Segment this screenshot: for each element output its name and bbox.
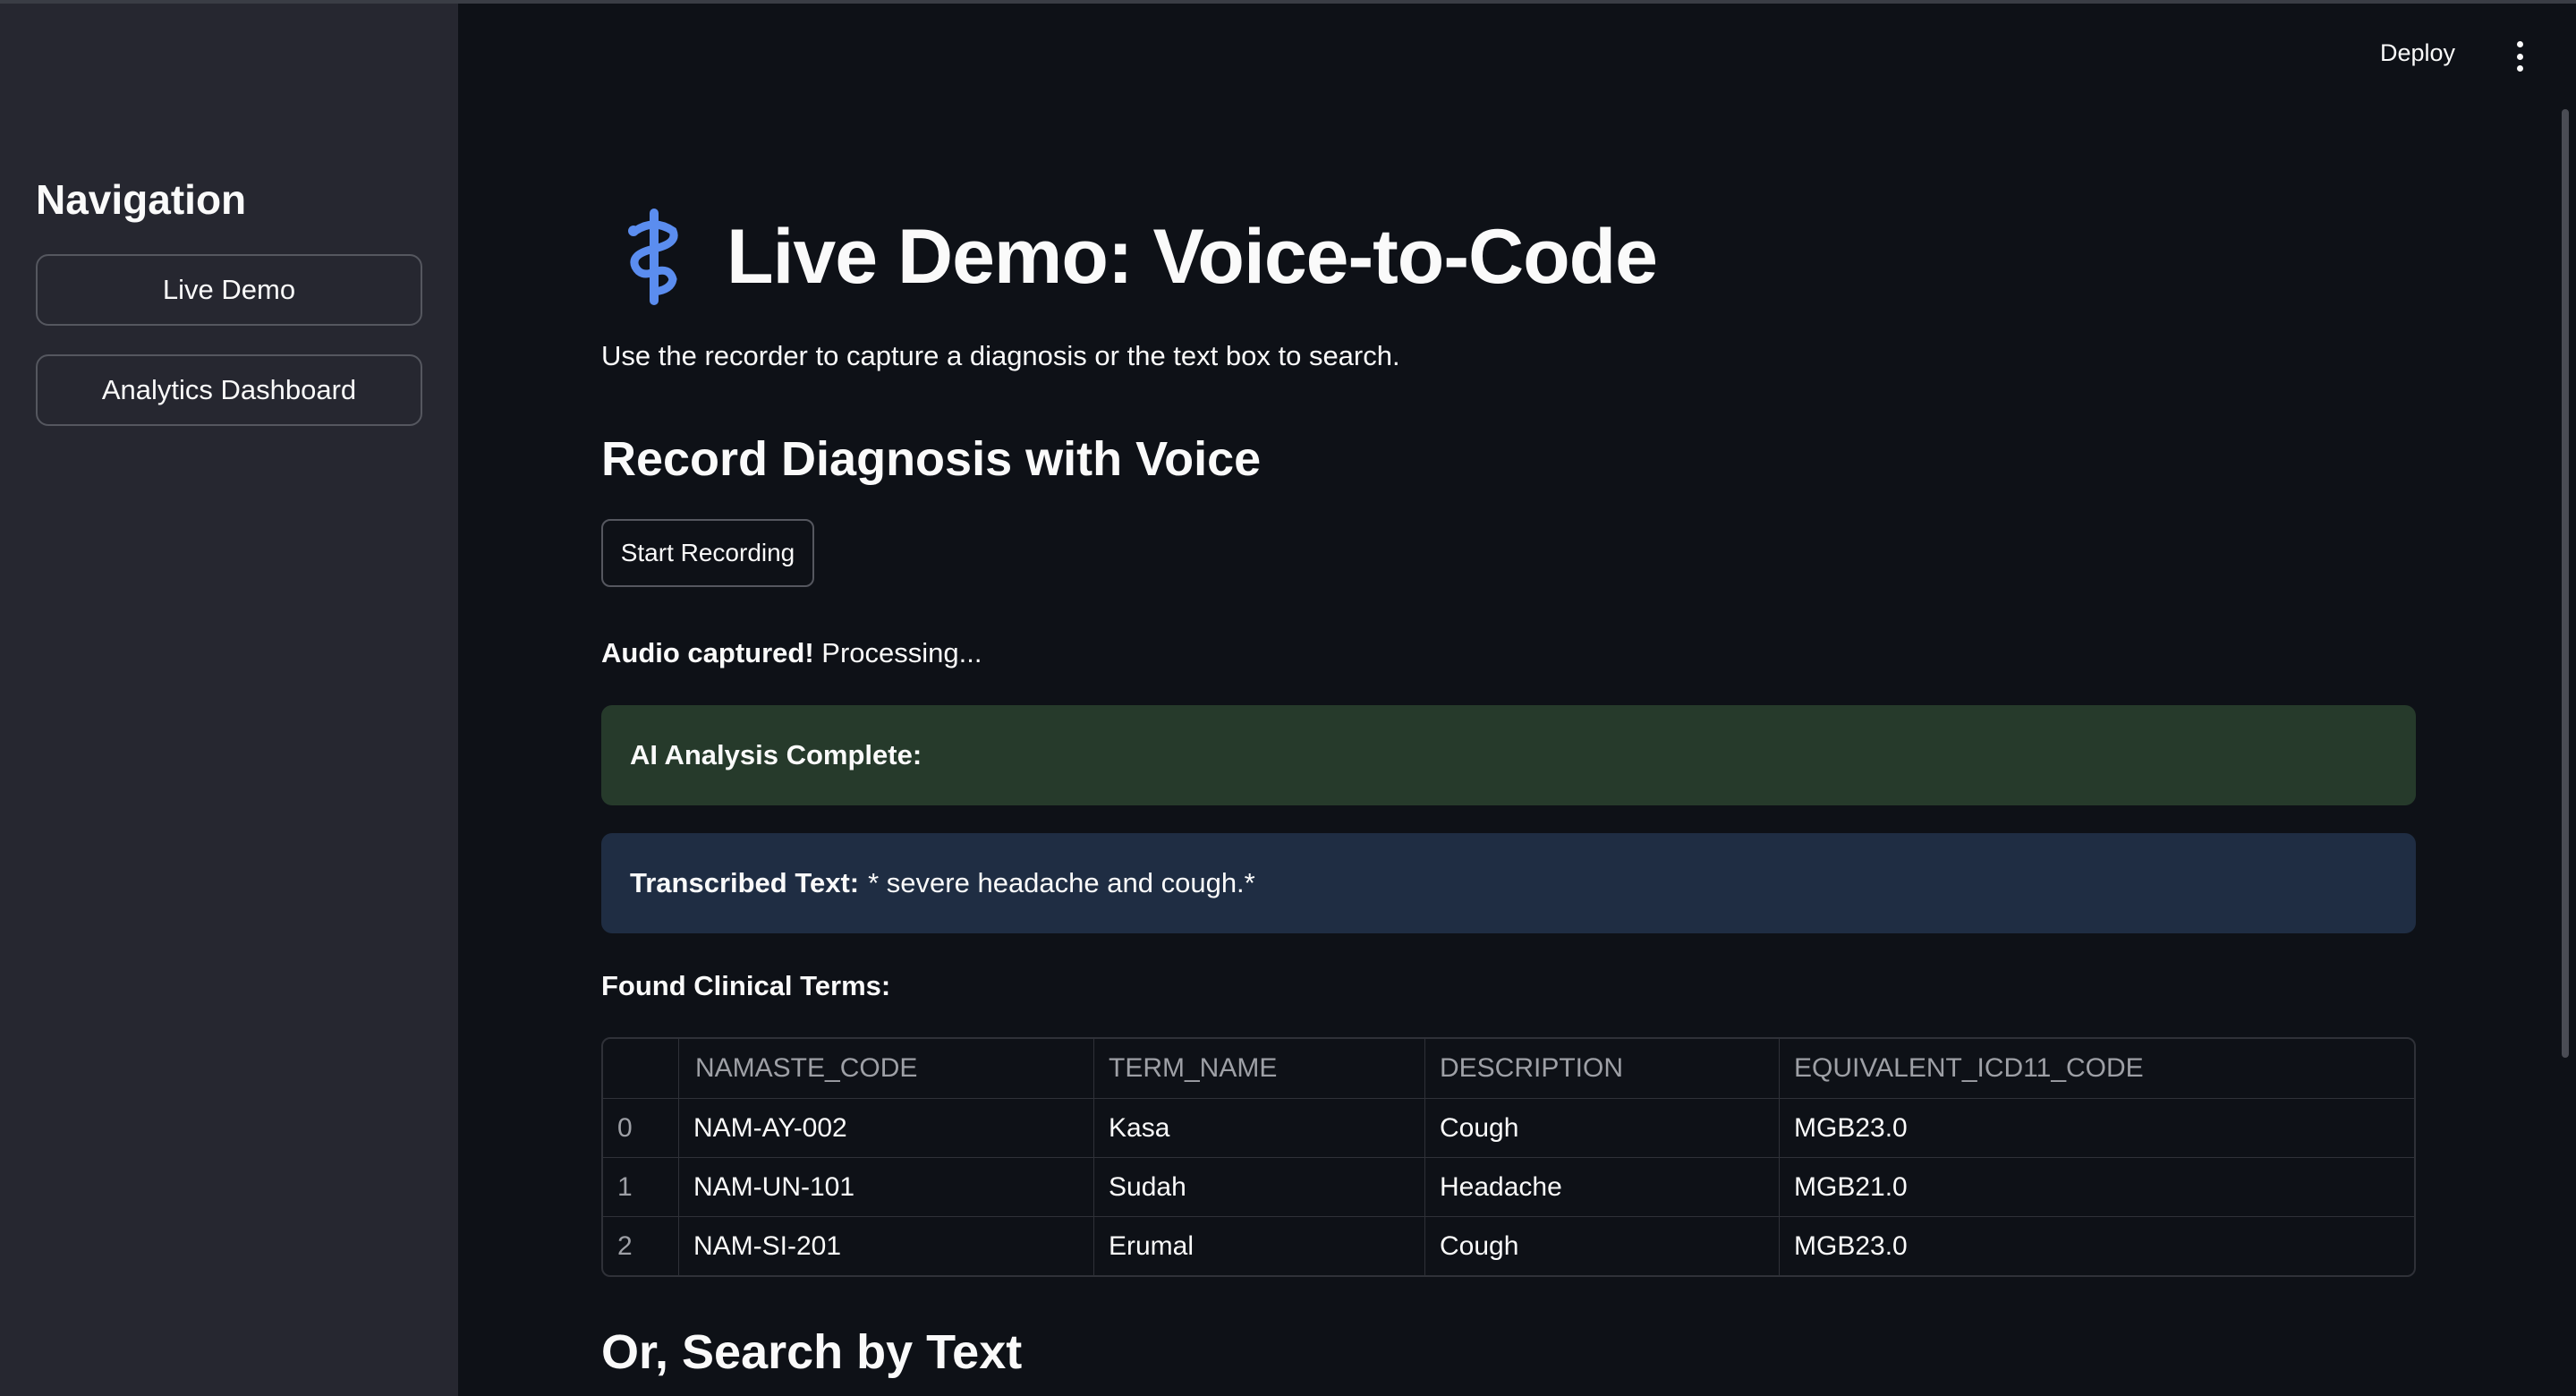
- column-header-icd11-code[interactable]: EQUIVALENT_ICD11_CODE: [1779, 1039, 2414, 1098]
- table-row: 1 NAM-UN-101 Sudah Headache MGB21.0: [603, 1157, 2414, 1216]
- term-name-cell[interactable]: Erumal: [1093, 1217, 1424, 1275]
- description-cell[interactable]: Cough: [1424, 1099, 1779, 1157]
- record-section-title: Record Diagnosis with Voice: [601, 432, 1262, 486]
- sidebar-item-live-demo[interactable]: Live Demo: [36, 254, 422, 326]
- success-alert: AI Analysis Complete:: [601, 705, 2416, 805]
- clinical-terms-table[interactable]: NAMASTE_CODE TERM_NAME DESCRIPTION EQUIV…: [601, 1037, 2416, 1277]
- transcription-alert: Transcribed Text: * severe headache and …: [601, 833, 2416, 933]
- row-index[interactable]: 1: [603, 1158, 678, 1216]
- namaste-code-cell[interactable]: NAM-AY-002: [678, 1099, 1093, 1157]
- sidebar-title: Navigation: [36, 176, 247, 223]
- column-header-term-name[interactable]: TERM_NAME: [1093, 1039, 1424, 1098]
- processing-text: Processing...: [821, 637, 982, 668]
- namaste-code-cell[interactable]: NAM-UN-101: [678, 1158, 1093, 1216]
- medical-caduceus-icon: [628, 209, 678, 305]
- icd11-code-cell[interactable]: MGB21.0: [1779, 1158, 2414, 1216]
- column-header-namaste-code[interactable]: NAMASTE_CODE: [678, 1039, 1093, 1098]
- table-row: 2 NAM-SI-201 Erumal Cough MGB23.0: [603, 1216, 2414, 1275]
- transcribed-label: Transcribed Text:: [630, 867, 860, 898]
- term-name-cell[interactable]: Kasa: [1093, 1099, 1424, 1157]
- table-header-row: NAMASTE_CODE TERM_NAME DESCRIPTION EQUIV…: [603, 1039, 2414, 1098]
- column-header-description[interactable]: DESCRIPTION: [1424, 1039, 1779, 1098]
- column-header-index[interactable]: [603, 1039, 678, 1098]
- page-title: Live Demo: Voice-to-Code: [727, 213, 1658, 300]
- page-header: Live Demo: Voice-to-Code: [601, 208, 1658, 306]
- description-cell[interactable]: Headache: [1424, 1158, 1779, 1216]
- audio-captured-label: Audio captured!: [601, 637, 814, 668]
- description-cell[interactable]: Cough: [1424, 1217, 1779, 1275]
- page-subtitle: Use the recorder to capture a diagnosis …: [601, 340, 1400, 371]
- kebab-menu-icon[interactable]: [2510, 41, 2529, 72]
- namaste-code-cell[interactable]: NAM-SI-201: [678, 1217, 1093, 1275]
- search-section-title: Or, Search by Text: [601, 1325, 1023, 1379]
- scrollbar[interactable]: [2562, 109, 2569, 1058]
- sidebar-item-analytics-dashboard[interactable]: Analytics Dashboard: [36, 354, 422, 426]
- found-terms-label: Found Clinical Terms:: [601, 970, 891, 1001]
- row-index[interactable]: 0: [603, 1099, 678, 1157]
- table-row: 0 NAM-AY-002 Kasa Cough MGB23.0: [603, 1098, 2414, 1157]
- transcribed-value: * severe headache and cough.*: [868, 867, 1255, 898]
- sidebar: Navigation Live Demo Analytics Dashboard: [0, 4, 458, 1396]
- row-index[interactable]: 2: [603, 1217, 678, 1275]
- icd11-code-cell[interactable]: MGB23.0: [1779, 1217, 2414, 1275]
- icd11-code-cell[interactable]: MGB23.0: [1779, 1099, 2414, 1157]
- audio-captured-status: Audio captured! Processing...: [601, 637, 982, 669]
- deploy-button[interactable]: Deploy: [2380, 39, 2455, 67]
- success-alert-text: AI Analysis Complete:: [630, 739, 922, 770]
- term-name-cell[interactable]: Sudah: [1093, 1158, 1424, 1216]
- start-recording-button[interactable]: Start Recording: [601, 519, 814, 587]
